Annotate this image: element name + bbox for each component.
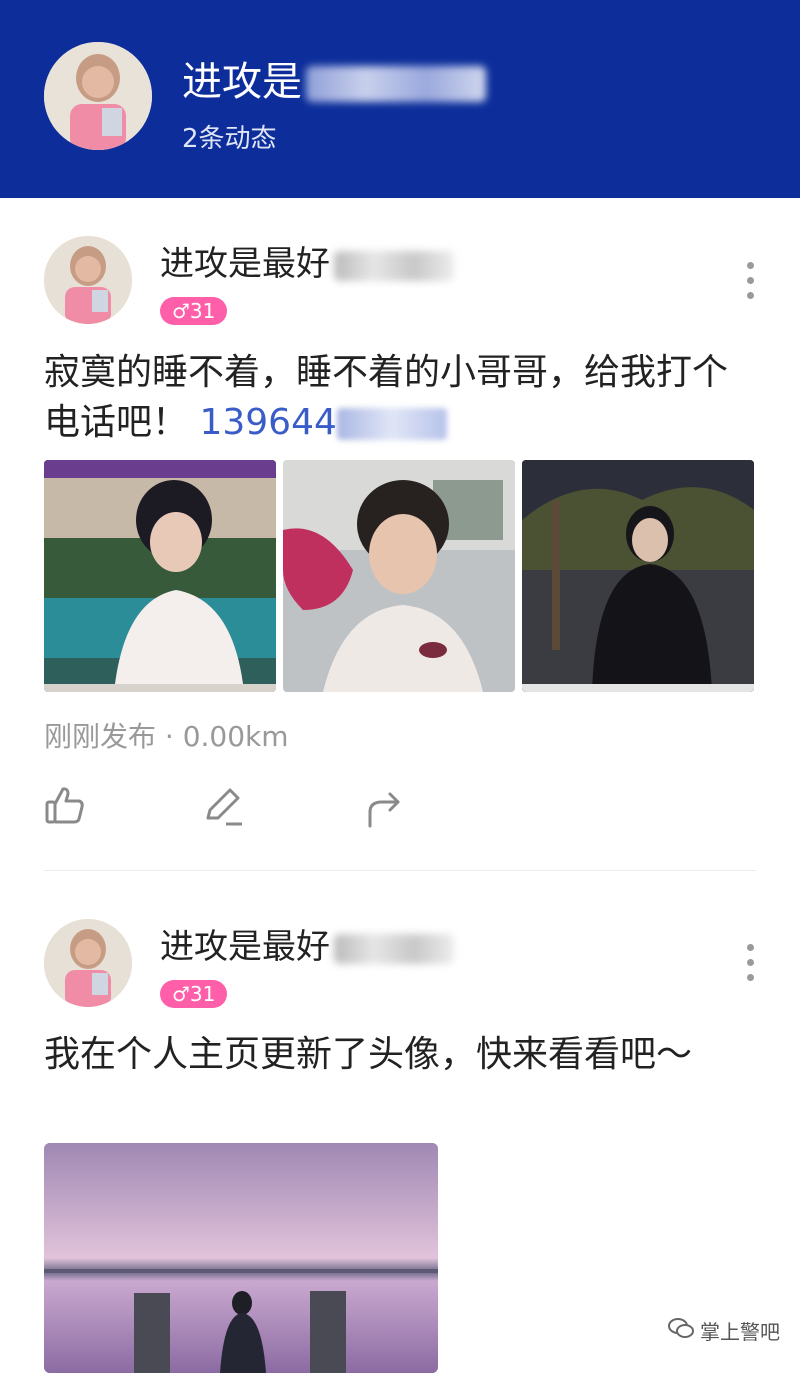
- redacted-phone: [336, 408, 447, 440]
- redacted-name: [334, 933, 454, 964]
- post-author[interactable]: 进攻是最好: [160, 925, 454, 969]
- post-meta: 刚刚发布 · 0.00km: [44, 720, 289, 753]
- wechat-icon: [668, 1317, 694, 1344]
- phone-number-link[interactable]: 139644: [199, 402, 447, 443]
- more-options-icon[interactable]: [744, 944, 756, 981]
- gender-age-badge: ♂31: [160, 980, 228, 1008]
- share-icon[interactable]: [364, 784, 404, 832]
- redacted-name: [334, 250, 454, 281]
- watermark: 掌上警吧: [668, 1316, 780, 1345]
- post-photo-1[interactable]: [44, 460, 276, 692]
- profile-header: 进攻是 2条动态: [0, 0, 800, 198]
- post-author[interactable]: 进攻是最好: [160, 242, 454, 286]
- post-avatar[interactable]: [44, 236, 132, 324]
- post-avatar[interactable]: [44, 919, 132, 1007]
- post-text: 我在个人主页更新了头像，快来看看吧～: [44, 1034, 693, 1075]
- post-photo-2[interactable]: [283, 460, 515, 692]
- post-actions: [44, 784, 444, 830]
- post-text: 寂寞的睡不着，睡不着的小哥哥，给我打个电话吧！ 139644: [44, 352, 729, 443]
- post-photo-lake[interactable]: [44, 1143, 438, 1373]
- comment-edit-icon[interactable]: [202, 784, 246, 832]
- redacted-name: [306, 66, 486, 102]
- like-icon[interactable]: [44, 784, 86, 830]
- more-options-icon[interactable]: [744, 262, 756, 299]
- profile-avatar[interactable]: [44, 42, 152, 150]
- gender-age-badge: ♂31: [160, 297, 228, 325]
- post-count: 2条动态: [182, 124, 277, 154]
- post-photo-3[interactable]: [522, 460, 754, 692]
- post-divider: [44, 870, 756, 871]
- profile-username: 进攻是: [182, 56, 486, 108]
